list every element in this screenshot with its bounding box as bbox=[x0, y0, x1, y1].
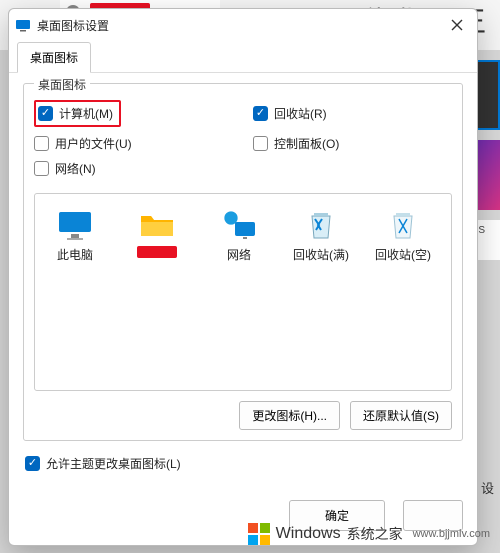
label-userfiles: 用户的文件(U) bbox=[55, 135, 132, 152]
label-controlpanel: 控制面板(O) bbox=[274, 135, 339, 152]
group-legend: 桌面图标 bbox=[34, 76, 90, 93]
folder-icon bbox=[139, 210, 175, 240]
dialog-content: 桌面图标 计算机(M) 回收站(R) 用户的文件(U) bbox=[9, 73, 477, 492]
check-network-row: 网络(N) bbox=[34, 160, 233, 177]
icon-action-buttons: 更改图标(H)... 还原默认值(S) bbox=[34, 401, 452, 430]
checkbox-controlpanel[interactable] bbox=[253, 136, 268, 151]
check-userfiles-row: 用户的文件(U) bbox=[34, 135, 233, 152]
label-network: 网络(N) bbox=[55, 160, 96, 177]
checkbox-allow-themes[interactable] bbox=[25, 456, 40, 471]
watermark-brand: Windows bbox=[276, 525, 341, 543]
icon-recyclebin-full-label: 回收站(满) bbox=[293, 246, 349, 263]
titlebar: 桌面图标设置 bbox=[9, 9, 477, 41]
icon-thispc-label: 此电脑 bbox=[57, 246, 93, 263]
icon-network-label: 网络 bbox=[227, 246, 251, 263]
redacted-label bbox=[137, 246, 177, 258]
change-icon-button[interactable]: 更改图标(H)... bbox=[239, 401, 340, 430]
checkbox-computer[interactable] bbox=[38, 106, 53, 121]
network-icon bbox=[221, 210, 257, 240]
dialog-icon bbox=[15, 17, 31, 33]
icon-recyclebin-empty-label: 回收站(空) bbox=[375, 246, 431, 263]
checkbox-grid: 计算机(M) 回收站(R) 用户的文件(U) 控制面板(O) 网络 bbox=[34, 96, 452, 189]
windows-logo-icon bbox=[248, 523, 270, 545]
dialog-title: 桌面图标设置 bbox=[37, 17, 443, 34]
label-recyclebin: 回收站(R) bbox=[274, 105, 327, 122]
icon-userfolder[interactable] bbox=[125, 210, 189, 258]
label-allow-themes: 允许主题更改桌面图标(L) bbox=[46, 455, 181, 472]
desktop-icons-group: 桌面图标 计算机(M) 回收站(R) 用户的文件(U) bbox=[23, 83, 463, 441]
icon-network[interactable]: 网络 bbox=[207, 210, 271, 263]
label-computer: 计算机(M) bbox=[59, 105, 113, 122]
monitor-icon bbox=[57, 210, 93, 240]
allow-themes-row: 允许主题更改桌面图标(L) bbox=[23, 451, 463, 482]
tab-desktop-icons[interactable]: 桌面图标 bbox=[17, 42, 91, 73]
check-computer-row: 计算机(M) bbox=[34, 100, 233, 127]
icon-recyclebin-full[interactable]: 回收站(满) bbox=[289, 210, 353, 263]
icon-thispc[interactable]: 此电脑 bbox=[43, 210, 107, 263]
icon-preview-box: 此电脑 网络 回收站 bbox=[34, 193, 452, 391]
watermark-sub: 系统之家 bbox=[347, 524, 403, 544]
watermark-url: www.bjjmlv.com bbox=[413, 528, 490, 540]
recyclebin-empty-icon bbox=[385, 210, 421, 240]
recyclebin-full-icon bbox=[303, 210, 339, 240]
watermark: Windows 系统之家 www.bjjmlv.com bbox=[244, 521, 494, 547]
background-settings-btn[interactable]: 设 bbox=[481, 478, 494, 497]
close-icon bbox=[451, 19, 463, 31]
restore-default-button[interactable]: 还原默认值(S) bbox=[350, 401, 452, 430]
close-button[interactable] bbox=[443, 13, 471, 37]
tab-strip: 桌面图标 bbox=[9, 41, 477, 73]
checkbox-network[interactable] bbox=[34, 161, 49, 176]
check-recyclebin-row: 回收站(R) bbox=[253, 100, 452, 127]
checkbox-recyclebin[interactable] bbox=[253, 106, 268, 121]
desktop-icon-settings-dialog: 桌面图标设置 桌面图标 桌面图标 计算机(M) 回收站(R) bbox=[8, 8, 478, 546]
icon-recyclebin-empty[interactable]: 回收站(空) bbox=[371, 210, 435, 263]
checkbox-userfiles[interactable] bbox=[34, 136, 49, 151]
highlight-box: 计算机(M) bbox=[34, 100, 121, 127]
check-controlpanel-row: 控制面板(O) bbox=[253, 135, 452, 152]
